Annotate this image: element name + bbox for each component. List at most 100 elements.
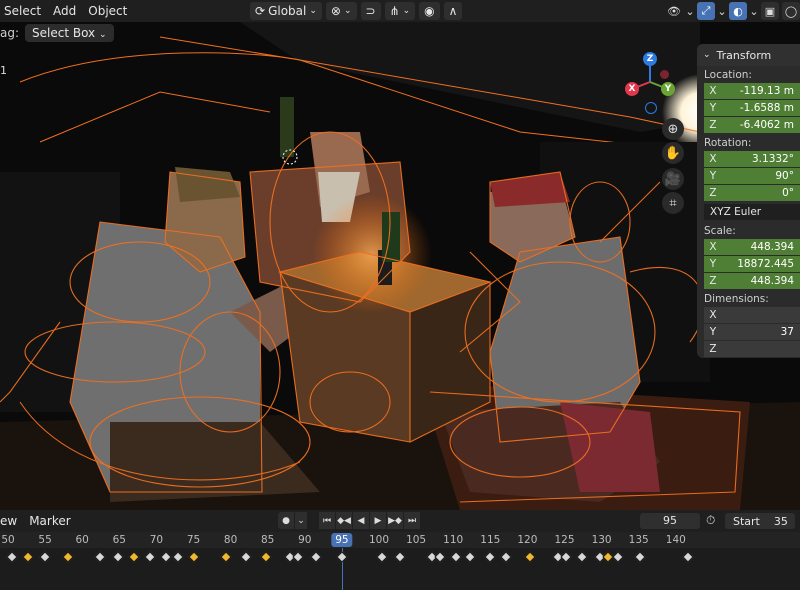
navigation-gizmo[interactable]: Z X Y [622, 52, 678, 114]
keyframe-marker[interactable] [128, 551, 140, 563]
play-icon[interactable]: ▶ [370, 512, 386, 529]
dimensions-y-field[interactable]: Y 37 [704, 324, 800, 341]
xray-toggle-icon[interactable]: ▣ [761, 2, 779, 20]
location-label: Location: [704, 69, 752, 81]
keyframe-marker[interactable] [22, 551, 34, 563]
perspective-grid-icon[interactable]: ⌗ [662, 192, 684, 214]
record-icon[interactable]: ● [278, 512, 294, 529]
dimensions-x-field[interactable]: X [704, 307, 800, 324]
axis-label: X [709, 241, 717, 253]
keyframe-marker[interactable] [576, 551, 588, 563]
keyframe-marker[interactable] [172, 551, 184, 563]
stopwatch-icon[interactable]: ⏱ [706, 513, 715, 528]
scale-z-field[interactable]: Z 448.394 [704, 273, 800, 290]
keyframe-marker[interactable] [524, 551, 536, 563]
keyframe-marker[interactable] [500, 551, 512, 563]
visibility-eye-icon[interactable]: 👁 [665, 2, 683, 20]
menu-view[interactable]: ew [0, 514, 23, 528]
keyframe-marker[interactable] [310, 551, 322, 563]
keyframe-marker[interactable] [464, 551, 476, 563]
overlays-toggle-icon[interactable]: ◐ [729, 2, 747, 20]
menu-marker[interactable]: Marker [23, 514, 76, 528]
keyframe-marker[interactable] [292, 551, 304, 563]
keyframe-marker[interactable] [484, 551, 496, 563]
keyframe-marker[interactable] [6, 551, 18, 563]
timeline-ruler[interactable]: 50 55 60 65 70 75 80 85 90 95 100 105 110 115 120 125 13… [0, 532, 800, 548]
playhead-marker[interactable]: 95 [331, 533, 353, 547]
next-keyframe-icon[interactable]: ▶◆ [387, 512, 403, 529]
select-mode-dropdown[interactable]: Select Box ⌄ [25, 24, 114, 42]
snap-increment-icon: ⋔ [389, 4, 400, 18]
gizmo-y-axis[interactable]: Y [661, 82, 675, 96]
frame-tick-label: 120 [517, 534, 538, 546]
gizmo-neg-x[interactable] [660, 70, 669, 79]
location-y-field[interactable]: Y -1.6588 m [704, 100, 800, 117]
location-z-field[interactable]: Z -6.4062 m [704, 117, 800, 134]
proportional-edit-toggle[interactable]: ◉ [419, 2, 440, 20]
wireframe-shading-icon[interactable]: ◯ [782, 2, 800, 20]
frame-tick-label: 50 [1, 534, 15, 546]
camera-view-icon[interactable]: 🎥 [662, 168, 684, 190]
keyframe-marker[interactable] [394, 551, 406, 563]
location-x-field[interactable]: X -119.13 m [704, 83, 800, 100]
rotation-x-field[interactable]: X 3.1332° [704, 151, 800, 168]
chevron-down-icon: ⌄ [309, 6, 317, 16]
scale-x-field[interactable]: X 448.394 [704, 239, 800, 256]
pivot-point-dropdown[interactable]: ⊗ ⌄ [325, 2, 357, 20]
gizmo-neg-z[interactable] [645, 102, 657, 114]
menu-object[interactable]: Object [82, 4, 133, 18]
chevron-down-icon[interactable]: ⌄ [749, 2, 758, 20]
dimensions-z-field[interactable]: Z [704, 341, 800, 358]
prev-keyframe-icon[interactable]: ◆◀ [336, 512, 352, 529]
transform-orientation-dropdown[interactable]: ⟳ Global ⌄ [250, 2, 322, 20]
keyframe-marker[interactable] [434, 551, 446, 563]
menu-add[interactable]: Add [47, 4, 82, 18]
transform-panel-header[interactable]: ⌄ Transform [697, 44, 800, 66]
keyframe-marker[interactable] [612, 551, 624, 563]
frame-tick-label: 130 [591, 534, 612, 546]
jump-start-icon[interactable]: ⏮ [319, 512, 335, 529]
keyframe-marker[interactable] [188, 551, 200, 563]
keyframe-marker[interactable] [450, 551, 462, 563]
keyframe-marker[interactable] [260, 551, 272, 563]
play-reverse-icon[interactable]: ◀ [353, 512, 369, 529]
select-mode-label: Select Box [32, 26, 96, 40]
menu-select[interactable]: Select [0, 4, 47, 18]
keyframe-marker[interactable] [240, 551, 252, 563]
rotation-z-field[interactable]: Z 0° [704, 185, 800, 202]
jump-end-icon[interactable]: ⏭ [404, 512, 420, 529]
keyframe-marker[interactable] [39, 551, 51, 563]
pan-hand-icon[interactable]: ✋ [662, 142, 684, 164]
gizmo-y-label: Y [664, 84, 672, 94]
chevron-down-icon[interactable]: ⌄ [717, 2, 726, 20]
keyframe-marker[interactable] [220, 551, 232, 563]
keyframe-marker[interactable] [634, 551, 646, 563]
start-frame-field[interactable]: Start 35 [725, 513, 795, 529]
keyframe-marker[interactable] [560, 551, 572, 563]
chevron-down-icon[interactable]: ⌄ [685, 2, 694, 20]
keyframe-marker[interactable] [160, 551, 172, 563]
keyframe-marker[interactable] [144, 551, 156, 563]
keyframe-marker[interactable] [94, 551, 106, 563]
3d-viewport[interactable]: ag: Select Box ⌄ 1 Z X Y ⊕ ✋ 🎥 ⌗ [0, 22, 800, 510]
snap-toggle[interactable]: ⊃ [360, 2, 381, 20]
snap-target-dropdown[interactable]: ⋔ ⌄ [384, 2, 416, 20]
rotation-y-field[interactable]: Y 90° [704, 168, 800, 185]
keyframe-marker[interactable] [682, 551, 694, 563]
keyframe-marker[interactable] [62, 551, 74, 563]
keyframe-marker[interactable] [336, 551, 348, 563]
scale-y-field[interactable]: Y 18872.445 [704, 256, 800, 273]
gizmo-z-label: Z [646, 54, 654, 64]
keyframe-marker[interactable] [112, 551, 124, 563]
gizmo-z-axis[interactable]: Z [643, 52, 657, 66]
keyframe-area[interactable] [0, 548, 800, 590]
current-frame-field[interactable]: 95 [640, 513, 700, 529]
chevron-down-icon[interactable]: ⌄ [295, 512, 307, 529]
falloff-dropdown[interactable]: ∧ [443, 2, 463, 20]
gizmo-x-axis[interactable]: X [625, 82, 639, 96]
field-value: 448.394 [750, 241, 794, 253]
rotation-mode-dropdown[interactable]: XYZ Euler [704, 204, 800, 220]
zoom-icon[interactable]: ⊕ [662, 118, 684, 140]
keyframe-marker[interactable] [376, 551, 388, 563]
gizmo-toggle-icon[interactable]: ⤢ [697, 2, 715, 20]
